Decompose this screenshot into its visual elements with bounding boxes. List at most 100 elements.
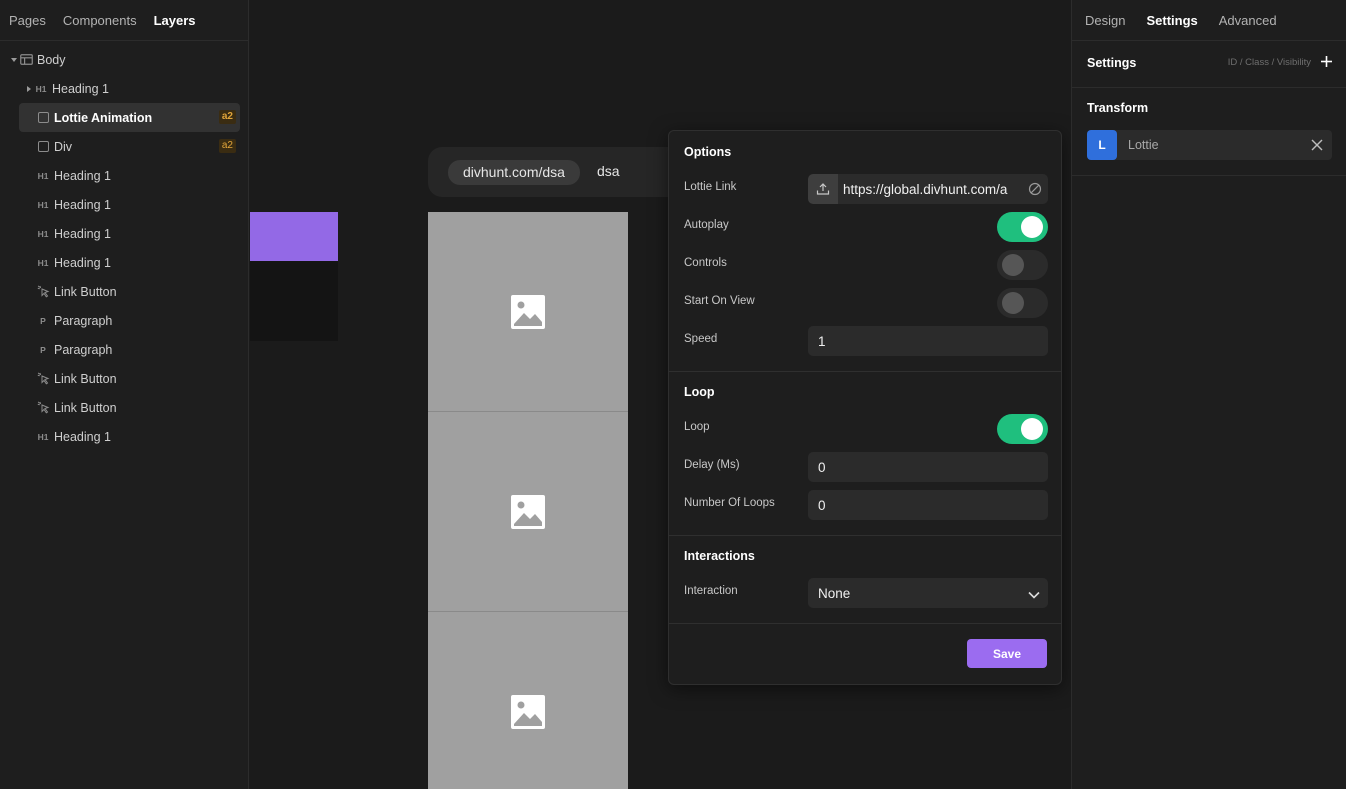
layer-lottie-animation[interactable]: Lottie Animation a2 <box>19 103 240 132</box>
left-panel: Pages Components Layers Body H1 Heading … <box>0 0 249 789</box>
layer-heading-1[interactable]: H1 Heading 1 <box>0 219 248 248</box>
layer-badge: a2 <box>218 139 236 153</box>
close-icon[interactable] <box>1311 139 1323 154</box>
right-panel: Design Settings Advanced Settings ID / C… <box>1071 0 1346 789</box>
loop-label: Loop <box>684 421 710 433</box>
image-icon <box>511 294 545 329</box>
dark-block[interactable] <box>250 261 338 341</box>
layer-heading-1[interactable]: H1 Heading 1 <box>0 248 248 277</box>
upload-icon[interactable] <box>808 174 838 204</box>
layer-label: Heading 1 <box>52 81 109 96</box>
loop-title: Loop <box>684 385 715 399</box>
layer-label: Div <box>54 139 73 154</box>
delay-value: 0 <box>818 459 826 475</box>
speed-value: 1 <box>818 333 826 349</box>
h1-tag-icon: H1 <box>37 431 49 442</box>
delay-label: Delay (Ms) <box>684 459 740 471</box>
box-icon <box>36 140 50 154</box>
interactions-title: Interactions <box>684 549 755 563</box>
plus-icon[interactable] <box>1320 55 1333 71</box>
layer-label: Body <box>37 52 66 67</box>
speed-label: Speed <box>684 333 718 345</box>
autoplay-toggle[interactable] <box>997 212 1048 242</box>
tab-layers[interactable]: Layers <box>154 13 196 28</box>
url-text[interactable]: dsa <box>597 163 620 179</box>
lottie-settings-popover: Options Lottie Link https://global.divhu… <box>668 130 1062 685</box>
layer-label: Heading 1 <box>54 226 111 241</box>
h1-tag-icon: H1 <box>35 83 47 94</box>
layer-link-button[interactable]: Link Button <box>0 277 248 306</box>
lottie-link-value[interactable]: https://global.divhunt.com/a <box>843 182 1018 197</box>
loops-value: 0 <box>818 497 826 513</box>
h1-tag-icon: H1 <box>37 228 49 239</box>
delay-input[interactable]: 0 <box>808 452 1048 482</box>
image-icon <box>511 494 545 529</box>
cursor-click-icon <box>36 285 50 299</box>
image-column <box>428 212 628 789</box>
settings-meta[interactable]: ID / Class / Visibility <box>1228 57 1311 68</box>
left-tabs: Pages Components Layers <box>0 0 248 41</box>
layer-heading-1[interactable]: H1 Heading 1 <box>0 190 248 219</box>
layer-label: Heading 1 <box>54 255 111 270</box>
chevron-right-icon[interactable] <box>24 85 34 93</box>
layer-label: Lottie Animation <box>54 110 153 125</box>
layer-label: Link Button <box>54 400 117 415</box>
right-tabs: Design Settings Advanced <box>1072 0 1346 41</box>
layer-heading-1[interactable]: H1 Heading 1 <box>0 422 248 451</box>
loops-input[interactable]: 0 <box>808 490 1048 520</box>
tab-components[interactable]: Components <box>63 13 137 28</box>
speed-input[interactable]: 1 <box>808 326 1048 356</box>
lottie-link-field[interactable]: https://global.divhunt.com/a <box>808 174 1048 204</box>
layer-link-button[interactable]: Link Button <box>0 364 248 393</box>
box-icon <box>36 111 50 125</box>
loops-label: Number Of Loops <box>684 497 775 509</box>
layer-badge: a2 <box>218 110 236 124</box>
layer-label: Link Button <box>54 371 117 386</box>
layer-label: Heading 1 <box>54 168 111 183</box>
image-icon <box>511 694 545 729</box>
lottie-link-label: Lottie Link <box>684 181 737 193</box>
h1-tag-icon: H1 <box>37 170 49 181</box>
layer-heading-1[interactable]: H1 Heading 1 <box>0 74 248 103</box>
transform-item-name: Lottie <box>1128 138 1159 152</box>
chevron-down-icon <box>1028 588 1040 603</box>
layer-paragraph[interactable]: P Paragraph <box>0 306 248 335</box>
start-on-view-toggle[interactable] <box>997 288 1048 318</box>
layer-paragraph[interactable]: P Paragraph <box>0 335 248 364</box>
layer-label: Paragraph <box>54 313 113 328</box>
settings-title: Settings <box>1087 56 1137 70</box>
chevron-down-icon[interactable] <box>9 56 19 64</box>
tab-settings[interactable]: Settings <box>1146 13 1197 28</box>
clear-icon[interactable] <box>1028 182 1042 199</box>
transform-item[interactable]: L Lottie <box>1087 130 1332 160</box>
settings-section: Settings ID / Class / Visibility <box>1072 41 1346 88</box>
layer-label: Paragraph <box>54 342 113 357</box>
loop-toggle[interactable] <box>997 414 1048 444</box>
tab-design[interactable]: Design <box>1085 13 1125 28</box>
image-placeholder[interactable] <box>428 412 628 612</box>
image-placeholder[interactable] <box>428 212 628 412</box>
interaction-select[interactable]: None <box>808 578 1048 608</box>
interaction-label: Interaction <box>684 585 738 597</box>
avatar: L <box>1087 130 1117 160</box>
controls-toggle[interactable] <box>997 250 1048 280</box>
url-chip[interactable]: divhunt.com/dsa <box>448 160 580 185</box>
cursor-click-icon <box>36 401 50 415</box>
purple-block[interactable] <box>250 212 338 261</box>
layer-heading-1[interactable]: H1 Heading 1 <box>0 161 248 190</box>
save-button[interactable]: Save <box>967 639 1047 668</box>
tab-advanced[interactable]: Advanced <box>1219 13 1277 28</box>
autoplay-label: Autoplay <box>684 219 729 231</box>
image-placeholder[interactable] <box>428 612 628 789</box>
p-tag-icon: P <box>40 315 46 326</box>
tab-pages[interactable]: Pages <box>9 13 46 28</box>
divider <box>669 623 1061 624</box>
controls-label: Controls <box>684 257 727 269</box>
layers-tree: Body H1 Heading 1 Lottie Animation a2 Di… <box>0 41 248 451</box>
layer-link-button[interactable]: Link Button <box>0 393 248 422</box>
layer-label: Heading 1 <box>54 429 111 444</box>
transform-section: Transform L Lottie <box>1072 88 1346 176</box>
layer-div[interactable]: Div a2 <box>0 132 248 161</box>
layer-body[interactable]: Body <box>0 45 248 74</box>
start-on-view-label: Start On View <box>684 295 755 307</box>
